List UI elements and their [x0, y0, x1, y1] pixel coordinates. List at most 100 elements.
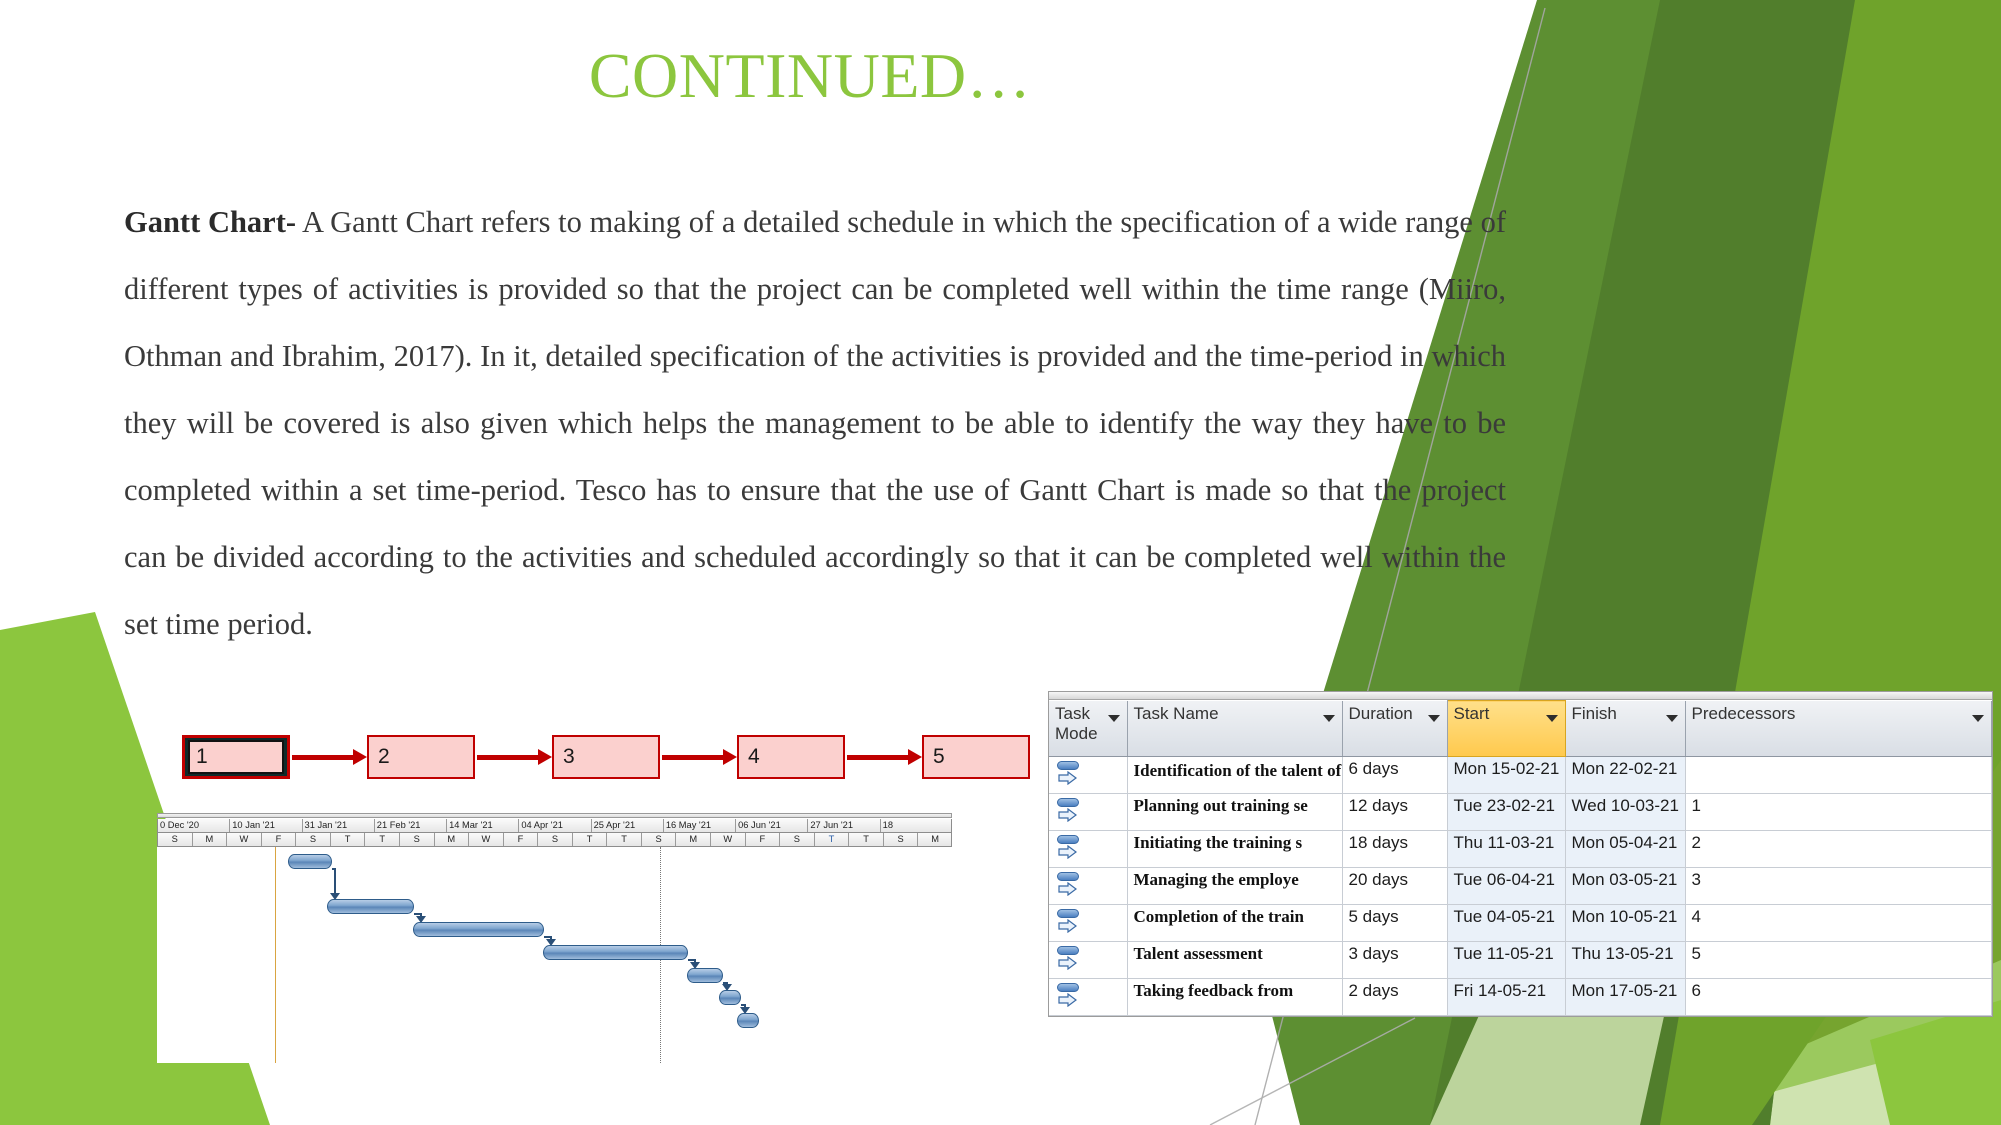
gantt-timescale-minor: SMWFSTTSMWFSTTSMWFSTTSM	[157, 833, 952, 847]
table-row[interactable]: Completion of the train 5 days Tue 04-05-2…	[1049, 904, 1992, 942]
network-connector-3-4	[662, 749, 737, 765]
table-row[interactable]: Identification of the talent of the peop…	[1049, 756, 1992, 794]
cell-task-name[interactable]: Planning out training se	[1127, 793, 1343, 831]
table-row[interactable]: Managing the employe 20 days Tue 06-04-21 M…	[1049, 867, 1992, 905]
cell-task-name[interactable]: Completion of the train	[1127, 904, 1343, 942]
task-mode-bar-icon	[1057, 835, 1079, 844]
task-mode-arrow-icon	[1058, 771, 1077, 785]
chevron-down-icon[interactable]	[1665, 714, 1678, 722]
gantt-bar[interactable]	[719, 990, 741, 1005]
table-row[interactable]: Initiating the training s 18 days Thu 11-0…	[1049, 830, 1992, 868]
table-row[interactable]: Taking feedback from 2 days Fri 14-05-21 Mo…	[1049, 978, 1992, 1016]
gantt-bar[interactable]	[687, 968, 723, 983]
chevron-down-icon[interactable]	[1545, 715, 1558, 722]
cell-duration[interactable]: 5 days	[1342, 904, 1448, 942]
cell-task-mode[interactable]	[1049, 830, 1128, 868]
network-node-3[interactable]: 3	[552, 735, 660, 779]
network-node-5[interactable]: 5	[922, 735, 1030, 779]
gantt-minor-tick: S	[158, 833, 193, 846]
cell-finish[interactable]: Mon 05-04-21	[1565, 830, 1686, 868]
cell-task-name[interactable]: Taking feedback from	[1127, 978, 1343, 1016]
cell-finish[interactable]: Thu 13-05-21	[1565, 941, 1686, 979]
cell-duration[interactable]: 6 days	[1342, 756, 1448, 794]
column-header-mode[interactable]: Task Mode	[1049, 700, 1128, 757]
network-node-1[interactable]: 1	[182, 735, 290, 779]
column-header-label: Start	[1453, 704, 1490, 723]
column-header-finish[interactable]: Finish	[1565, 700, 1686, 757]
cell-task-mode[interactable]	[1049, 793, 1128, 831]
cell-duration[interactable]: 20 days	[1342, 867, 1448, 905]
chevron-down-icon[interactable]	[1322, 714, 1335, 722]
column-header-predecessors[interactable]: Predecessors	[1685, 700, 1992, 757]
cell-predecessors[interactable]: 6	[1685, 978, 1992, 1016]
body-lead-label: Gantt Chart-	[124, 204, 297, 239]
network-diagram: 1 2 3 4 5	[182, 735, 1030, 781]
cell-task-mode[interactable]	[1049, 867, 1128, 905]
network-node-2[interactable]: 2	[367, 735, 475, 779]
column-header-start[interactable]: Start	[1446, 700, 1566, 757]
cell-finish[interactable]: Mon 17-05-21	[1565, 978, 1686, 1016]
cell-start[interactable]: Thu 11-03-21	[1447, 830, 1566, 868]
gantt-minor-tick: F	[746, 833, 781, 846]
cell-predecessors[interactable]: 5	[1685, 941, 1992, 979]
cell-predecessors[interactable]: 3	[1685, 867, 1992, 905]
cell-task-name[interactable]: Talent assessment	[1127, 941, 1343, 979]
chevron-down-icon[interactable]	[1107, 714, 1120, 722]
gantt-bar[interactable]	[413, 922, 544, 937]
cell-task-mode[interactable]	[1049, 904, 1128, 942]
gantt-minor-tick: W	[227, 833, 262, 846]
gantt-minor-tick: T	[365, 833, 400, 846]
cell-task-mode[interactable]	[1049, 978, 1128, 1016]
cell-start[interactable]: Tue 06-04-21	[1447, 867, 1566, 905]
gantt-today-line	[275, 847, 276, 1063]
cell-duration[interactable]: 12 days	[1342, 793, 1448, 831]
cell-task-mode[interactable]	[1049, 756, 1128, 794]
cell-task-name[interactable]: Identification of the talent of the peop…	[1127, 756, 1343, 794]
cell-finish[interactable]: Mon 10-05-21	[1565, 904, 1686, 942]
table-row[interactable]: Talent assessment 3 days Tue 11-05-21 Thu 1…	[1049, 941, 1992, 979]
cell-task-mode[interactable]	[1049, 941, 1128, 979]
column-header-name[interactable]: Task Name	[1127, 700, 1343, 757]
cell-task-name[interactable]: Initiating the training s	[1127, 830, 1343, 868]
cell-start[interactable]: Fri 14-05-21	[1447, 978, 1566, 1016]
gantt-minor-tick: M	[918, 833, 951, 846]
chevron-down-icon[interactable]	[1972, 714, 1984, 722]
gantt-bar[interactable]	[543, 945, 688, 960]
cell-predecessors[interactable]: 2	[1685, 830, 1992, 868]
cell-finish[interactable]: Mon 03-05-21	[1565, 867, 1686, 905]
task-mode-bar-icon	[1057, 983, 1079, 992]
cell-task-name[interactable]: Managing the employe	[1127, 867, 1343, 905]
gantt-bar[interactable]	[327, 899, 414, 914]
gantt-bar[interactable]	[288, 854, 332, 869]
body-paragraph: Gantt Chart- A Gantt Chart refers to mak…	[124, 189, 1506, 658]
gantt-major-tick: 14 Mar '21	[447, 819, 520, 832]
cell-start[interactable]: Tue 11-05-21	[1447, 941, 1566, 979]
table-body: Identification of the talent of the peop…	[1049, 756, 1992, 1016]
gantt-minor-tick: S	[884, 833, 919, 846]
cell-duration[interactable]: 3 days	[1342, 941, 1448, 979]
network-node-5-label: 5	[933, 745, 945, 768]
table-row[interactable]: Planning out training se 12 days Tue 23-02…	[1049, 793, 1992, 831]
gantt-minor-tick: W	[711, 833, 746, 846]
cell-start[interactable]: Tue 23-02-21	[1447, 793, 1566, 831]
column-header-duration[interactable]: Duration	[1342, 700, 1448, 757]
gantt-minor-tick: S	[538, 833, 573, 846]
cell-duration[interactable]: 2 days	[1342, 978, 1448, 1016]
chevron-down-icon[interactable]	[1427, 714, 1440, 722]
body-paragraph-text: A Gantt Chart refers to making of a deta…	[124, 204, 1507, 641]
cell-finish[interactable]: Mon 22-02-21	[1565, 756, 1686, 794]
task-mode-bar-icon	[1057, 872, 1079, 881]
cell-predecessors[interactable]: 1	[1685, 793, 1992, 831]
cell-predecessors[interactable]	[1685, 756, 1992, 794]
cell-finish[interactable]: Wed 10-03-21	[1565, 793, 1686, 831]
cell-predecessors[interactable]: 4	[1685, 904, 1992, 942]
cell-start[interactable]: Mon 15-02-21	[1447, 756, 1566, 794]
gantt-major-tick: 21 Feb '21	[375, 819, 448, 832]
network-node-4[interactable]: 4	[737, 735, 845, 779]
cell-start[interactable]: Tue 04-05-21	[1447, 904, 1566, 942]
cell-duration[interactable]: 18 days	[1342, 830, 1448, 868]
gantt-major-tick: 25 Apr '21	[592, 819, 664, 832]
gantt-minor-tick: S	[296, 833, 331, 846]
gantt-bar[interactable]	[737, 1013, 759, 1028]
task-table: Task Mode Task Name Duration Start Finish Pre…	[1049, 700, 1992, 1016]
